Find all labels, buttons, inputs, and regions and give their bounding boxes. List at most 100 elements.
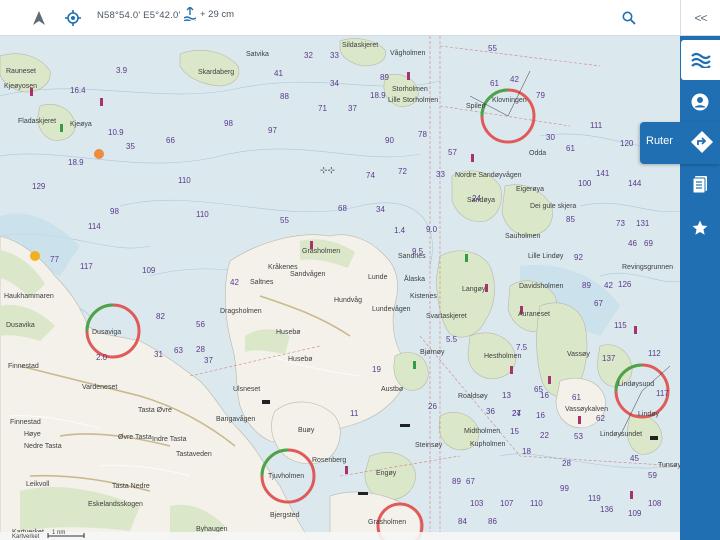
profile-button[interactable] <box>680 82 720 122</box>
svg-text:88: 88 <box>280 92 289 101</box>
svg-text:42: 42 <box>604 281 613 290</box>
svg-text:Engøy: Engøy <box>376 470 397 477</box>
svg-text:26: 26 <box>428 402 437 411</box>
svg-text:53: 53 <box>574 432 583 441</box>
svg-text:Auraneset: Auraneset <box>518 311 550 318</box>
svg-text:99: 99 <box>560 484 569 493</box>
svg-text:Kupholmen: Kupholmen <box>470 441 506 448</box>
svg-text:33: 33 <box>330 51 339 60</box>
svg-text:Grasholmen: Grasholmen <box>368 519 406 526</box>
svg-text:Lille Storholmen: Lille Storholmen <box>388 97 438 104</box>
sea-chart-button[interactable] <box>681 40 720 80</box>
svg-text:117: 117 <box>656 389 669 398</box>
svg-text:Tasta Nedre: Tasta Nedre <box>112 483 150 490</box>
svg-text:2.0: 2.0 <box>96 353 108 362</box>
svg-text:Indre Tasta: Indre Tasta <box>152 436 187 443</box>
svg-text:Lindøysund: Lindøysund <box>618 381 654 388</box>
svg-text:30: 30 <box>546 133 555 142</box>
svg-text:28: 28 <box>562 459 571 468</box>
svg-text:Kjeøya: Kjeøya <box>70 121 92 128</box>
svg-text:41: 41 <box>274 69 283 78</box>
svg-text:117: 117 <box>80 262 93 271</box>
svg-text:Lunde: Lunde <box>368 274 388 281</box>
svg-text:Byhaugen: Byhaugen <box>196 526 228 533</box>
route-diamond-icon <box>691 131 713 153</box>
svg-text:Bangavågen: Bangavågen <box>216 415 255 423</box>
svg-text:Grasholmen: Grasholmen <box>302 248 340 255</box>
svg-text:Odda: Odda <box>529 150 546 157</box>
svg-text:110: 110 <box>178 176 191 185</box>
svg-text:Ulsneset: Ulsneset <box>233 386 260 393</box>
svg-text:78: 78 <box>418 130 427 139</box>
svg-text:Vågholmen: Vågholmen <box>390 49 426 57</box>
svg-text:Høye: Høye <box>24 431 41 438</box>
tide-value: + 29 cm <box>200 8 235 20</box>
logbook-button[interactable] <box>680 164 720 204</box>
svg-text:62: 62 <box>596 414 605 423</box>
nautical-chart-map[interactable]: ⊹⊹ Satvika Sildaskjeret Vågholmen Skardabe… <box>0 36 682 540</box>
svg-text:Bjergsted: Bjergsted <box>270 512 300 519</box>
map-canvas[interactable]: ⊹⊹ Satvika Sildaskjeret Vågholmen Skardabe… <box>0 36 682 540</box>
svg-text:32: 32 <box>304 51 313 60</box>
svg-text:Kistenes: Kistenes <box>410 293 437 300</box>
top-toolbar: N58°54.0' E5°42.0' + 29 cm <box>0 0 680 36</box>
svg-text:9.5: 9.5 <box>412 247 424 256</box>
svg-text:66: 66 <box>166 136 175 145</box>
svg-text:Lindøysundet: Lindøysundet <box>600 431 642 438</box>
svg-text:103: 103 <box>470 499 484 508</box>
svg-text:115: 115 <box>614 321 627 330</box>
favorites-button[interactable] <box>680 208 720 248</box>
north-arrow-button[interactable] <box>26 0 52 36</box>
svg-text:42: 42 <box>230 278 239 287</box>
profile-icon <box>691 93 709 111</box>
svg-text:74: 74 <box>366 171 375 180</box>
star-icon <box>692 220 708 235</box>
svg-text:77: 77 <box>50 255 59 264</box>
svg-text:18: 18 <box>522 447 531 456</box>
tide-readout[interactable]: + 29 cm <box>184 7 234 21</box>
svg-text:86: 86 <box>488 517 497 526</box>
svg-text:3.9: 3.9 <box>116 66 128 75</box>
svg-text:Steinsøy: Steinsøy <box>415 442 443 449</box>
svg-text:100: 100 <box>578 179 592 188</box>
svg-text:Kråkenes: Kråkenes <box>268 263 298 271</box>
svg-text:61: 61 <box>566 144 575 153</box>
svg-text:Austbø: Austbø <box>381 386 404 393</box>
svg-text:59: 59 <box>648 471 657 480</box>
svg-text:144: 144 <box>628 179 642 188</box>
svg-text:⊹⊹: ⊹⊹ <box>320 165 336 175</box>
svg-text:Roaldsøy: Roaldsøy <box>458 393 488 400</box>
search-icon <box>622 11 636 25</box>
svg-text:120: 120 <box>620 139 634 148</box>
svg-text:Tasta Øvre: Tasta Øvre <box>138 407 172 414</box>
svg-text:Midtholmen: Midtholmen <box>464 428 500 435</box>
search-button[interactable] <box>616 0 642 36</box>
svg-text:Bjørnøy: Bjørnøy <box>420 349 445 356</box>
svg-text:57: 57 <box>448 148 457 157</box>
svg-text:1.4: 1.4 <box>394 226 406 235</box>
svg-text:18.9: 18.9 <box>68 158 84 167</box>
svg-text:11: 11 <box>350 409 359 418</box>
locate-button[interactable] <box>60 0 86 36</box>
svg-text:61: 61 <box>490 79 499 88</box>
svg-text:19: 19 <box>372 365 381 374</box>
svg-text:16: 16 <box>540 391 549 400</box>
svg-text:Skardaberg: Skardaberg <box>198 69 234 76</box>
svg-text:Lundevågen: Lundevågen <box>372 305 411 313</box>
routes-button[interactable]: Ruter <box>640 122 720 164</box>
svg-text:98: 98 <box>110 207 119 216</box>
coordinates-readout: N58°54.0' E5°42.0' <box>97 10 181 21</box>
logbook-icon <box>692 176 707 193</box>
collapse-sidebar-button[interactable]: << <box>680 0 720 36</box>
svg-text:9.0: 9.0 <box>426 225 438 234</box>
svg-text:Langøy: Langøy <box>462 286 486 293</box>
svg-text:Hestholmen: Hestholmen <box>484 353 521 360</box>
svg-text:24: 24 <box>512 409 521 418</box>
svg-text:Kjeøyosen: Kjeøyosen <box>4 83 37 90</box>
svg-text:Fladaskjeret: Fladaskjeret <box>18 118 56 125</box>
svg-text:16.4: 16.4 <box>70 86 86 95</box>
svg-text:Tjuvholmen: Tjuvholmen <box>268 473 304 480</box>
svg-text:126: 126 <box>618 280 632 289</box>
svg-text:90: 90 <box>385 136 394 145</box>
tide-icon <box>184 7 196 21</box>
